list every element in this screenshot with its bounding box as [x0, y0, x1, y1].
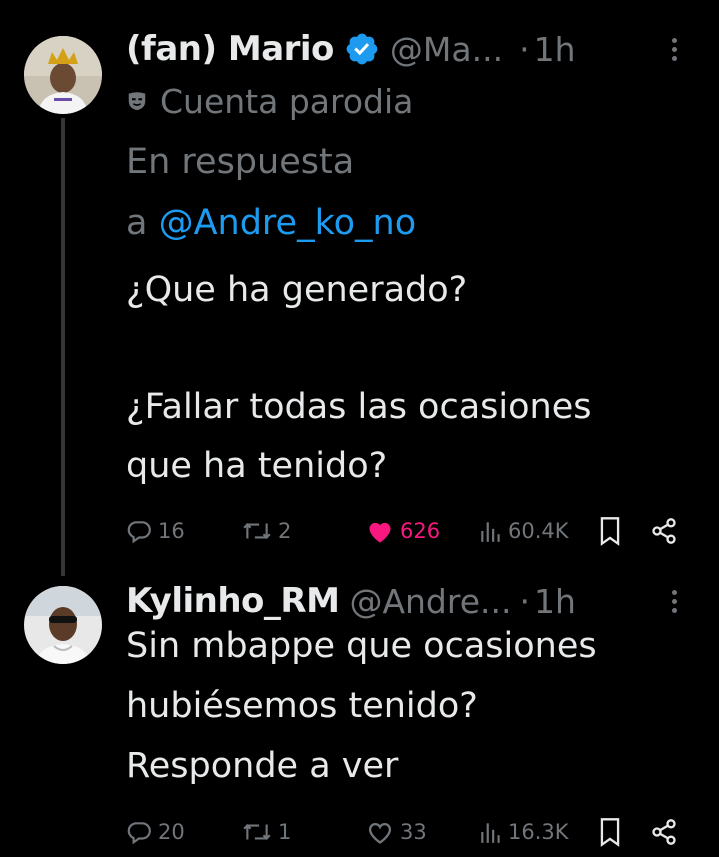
- retweet-button[interactable]: 1: [242, 812, 291, 852]
- action-bar: 20 1 33 16.3K: [126, 812, 699, 852]
- bookmark-button[interactable]: [598, 511, 628, 551]
- retweet-icon: [243, 824, 271, 840]
- tweet-text-line: ¿Fallar todas las ocasiones: [126, 387, 592, 427]
- separator-dot: ·: [519, 29, 530, 69]
- reply-context: En respuesta: [126, 142, 355, 182]
- avatar[interactable]: [24, 586, 102, 664]
- verified-badge-icon: [346, 33, 378, 65]
- parody-label: Cuenta parodia: [126, 78, 413, 124]
- bookmark-button[interactable]: [598, 812, 628, 852]
- tweet-text-line: que ha tenido?: [126, 446, 388, 486]
- reply-count: 20: [158, 820, 185, 844]
- display-name[interactable]: Kylinho_RM: [126, 581, 340, 621]
- more-options-icon[interactable]: [672, 24, 677, 74]
- reply-icon: [127, 822, 151, 845]
- handle[interactable]: @Ma...: [390, 30, 503, 69]
- timestamp[interactable]: 1h: [534, 582, 576, 621]
- thread-line: [61, 118, 65, 576]
- reply-button[interactable]: 16: [126, 511, 185, 551]
- heart-filled-icon: [369, 522, 391, 543]
- tweet-text-line: Sin mbappe que ocasiones: [126, 626, 597, 666]
- retweet-icon: [243, 523, 271, 539]
- reply-context-target: a @Andre_ko_no: [126, 203, 416, 243]
- reply-a: a: [126, 203, 148, 243]
- share-button[interactable]: [650, 812, 684, 852]
- parody-text: Cuenta parodia: [160, 81, 414, 121]
- like-button[interactable]: 33: [366, 812, 427, 852]
- retweet-button[interactable]: 2: [242, 511, 291, 551]
- action-bar: 16 2 626 60.4K: [126, 511, 699, 551]
- views-button[interactable]: 16.3K: [480, 812, 569, 852]
- separator-dot: ·: [519, 581, 531, 621]
- like-count: 33: [400, 820, 427, 844]
- timestamp[interactable]: 1h: [534, 30, 576, 69]
- retweet-count: 2: [278, 519, 292, 543]
- display-name[interactable]: (fan) Mario: [126, 29, 334, 69]
- avatar[interactable]: [24, 36, 102, 114]
- heart-outline-icon: [368, 822, 392, 844]
- retweet-count: 1: [278, 820, 292, 844]
- handle[interactable]: @Andre...: [349, 582, 511, 621]
- tweet-text-line: Responde a ver: [126, 746, 399, 786]
- reply-mention-link[interactable]: @Andre_ko_no: [159, 203, 417, 243]
- tweet-header: (fan) Mario @Ma... · 1h: [126, 24, 699, 74]
- reply-icon: [127, 521, 151, 544]
- bookmark-icon: [600, 517, 620, 546]
- share-icon: [652, 518, 676, 544]
- tweet-text-line: hubiésemos tenido?: [126, 686, 478, 726]
- reply-button[interactable]: 20: [126, 812, 185, 852]
- like-count: 626: [400, 519, 441, 543]
- views-count: 16.3K: [508, 820, 569, 844]
- mask-icon: [128, 92, 146, 111]
- bookmark-icon: [600, 818, 620, 847]
- more-options-icon[interactable]: [672, 576, 677, 626]
- views-chart-icon: [481, 823, 500, 843]
- reply-count: 16: [158, 519, 185, 543]
- like-button[interactable]: 626: [366, 511, 440, 551]
- share-button[interactable]: [650, 511, 684, 551]
- tweet-header: Kylinho_RM @Andre... · 1h: [126, 576, 699, 626]
- views-chart-icon: [481, 522, 500, 542]
- tweet-text-line: ¿Que ha generado?: [126, 270, 468, 310]
- views-count: 60.4K: [508, 519, 569, 543]
- views-button[interactable]: 60.4K: [480, 511, 569, 551]
- share-icon: [652, 819, 676, 845]
